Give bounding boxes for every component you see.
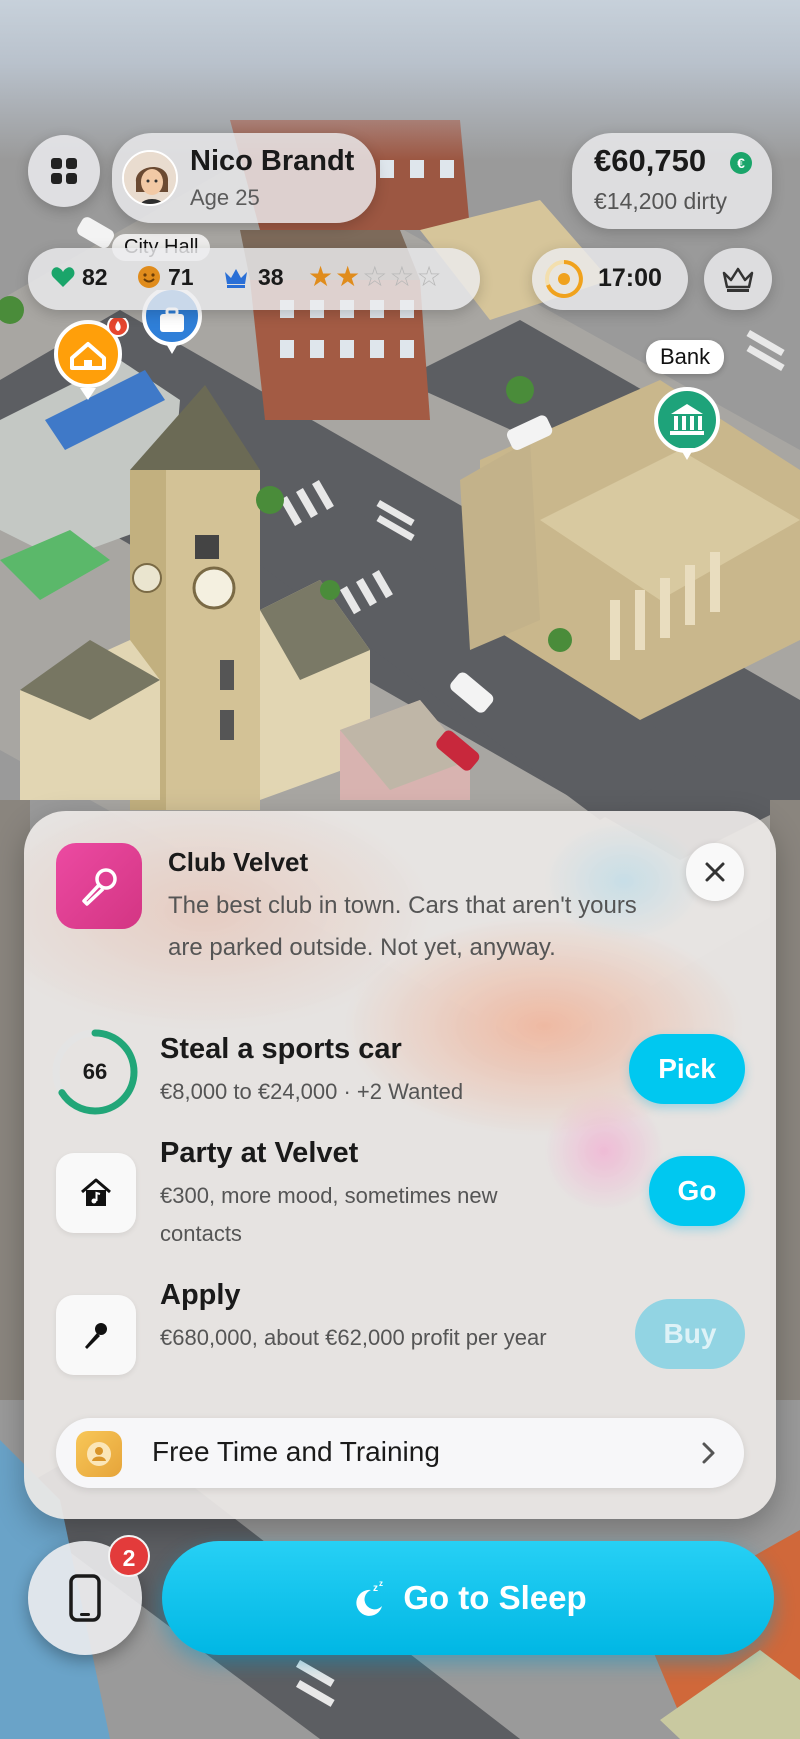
close-button[interactable] (686, 843, 744, 901)
person-icon (76, 1431, 122, 1477)
star-empty-icon: ☆ (362, 261, 390, 292)
venue-card: Club Velvet The best club in town. Cars … (24, 811, 776, 1519)
health-value: 82 (82, 264, 108, 290)
action-subtitle: €680,000, about €62,000 profit per year (160, 1325, 547, 1350)
ranking-button[interactable] (704, 248, 772, 310)
go-to-sleep-label: Go to Sleep (403, 1579, 587, 1616)
star-filled-icon: ★ (335, 261, 363, 292)
buy-button[interactable]: Buy (635, 1299, 745, 1369)
go-button[interactable]: Go (649, 1156, 745, 1226)
free-time-row[interactable]: Free Time and Training (56, 1418, 744, 1488)
house-music-icon (81, 1178, 111, 1206)
star-empty-icon: ☆ (389, 261, 417, 292)
apply-icon-tile (56, 1295, 136, 1375)
chevron-right-icon (702, 1442, 715, 1464)
home-marker-icon[interactable] (50, 318, 130, 402)
go-to-sleep-button[interactable]: z z Go to Sleep (162, 1541, 774, 1655)
wanted-stars: ★★☆☆☆ (308, 260, 444, 293)
action-title: Steal a sports car (160, 1033, 402, 1065)
star-filled-icon: ★ (308, 261, 336, 292)
bank-label: Bank (646, 340, 725, 374)
smiley-icon (138, 266, 160, 288)
action-subtitle: €300, more mood, sometimes new contacts (160, 1183, 498, 1246)
moon-sleep-icon: z z (356, 1579, 383, 1616)
euro-coin-icon: € (730, 152, 752, 174)
phone-icon (69, 1574, 101, 1622)
mood-value: 71 (168, 264, 194, 290)
close-icon (705, 862, 725, 882)
microphone-icon (85, 1323, 107, 1349)
player-age: Age 25 (190, 185, 260, 210)
action-subtitle: €8,000 to €24,000 · +2 Wanted (160, 1079, 464, 1104)
action-title: Party at Velvet (160, 1137, 359, 1169)
pick-button[interactable]: Pick (629, 1034, 745, 1104)
notification-badge: 2 (108, 1535, 150, 1577)
svg-text:z: z (379, 1579, 383, 1588)
free-time-label: Free Time and Training (152, 1436, 440, 1467)
reputation-value: 38 (258, 264, 284, 290)
profile-pill[interactable]: Nico Brandt Age 25 (112, 133, 376, 223)
time-pill[interactable]: 17:00 (532, 248, 688, 310)
microphone-tile (56, 843, 142, 929)
star-empty-icon: ☆ (416, 261, 444, 292)
player-name: Nico Brandt (190, 145, 355, 177)
stats-pill[interactable]: 82 71 38 ★★☆☆☆ (28, 248, 480, 310)
party-icon-tile (56, 1153, 136, 1233)
grid-icon (51, 158, 77, 184)
crown-reputation-icon (225, 269, 247, 288)
bank-marker-icon[interactable] (652, 386, 722, 462)
svg-text:z: z (373, 1583, 378, 1594)
time-label: 17:00 (598, 264, 662, 292)
heart-icon (51, 267, 75, 287)
venue-title: Club Velvet (168, 847, 309, 877)
microphone-icon (82, 868, 117, 906)
dirty-money: €14,200 dirty (594, 188, 727, 214)
venue-description: The best club in town. Cars that aren't … (168, 892, 637, 961)
success-chance-value: 66 (82, 1059, 108, 1084)
money-pill[interactable]: €60,750 € €14,200 dirty (572, 133, 772, 229)
avatar (122, 150, 178, 206)
clean-money: €60,750 (594, 143, 707, 178)
crown-icon (722, 267, 754, 292)
menu-button[interactable] (28, 135, 100, 207)
action-title: Apply (160, 1279, 241, 1311)
sun-clock-icon (545, 260, 583, 298)
